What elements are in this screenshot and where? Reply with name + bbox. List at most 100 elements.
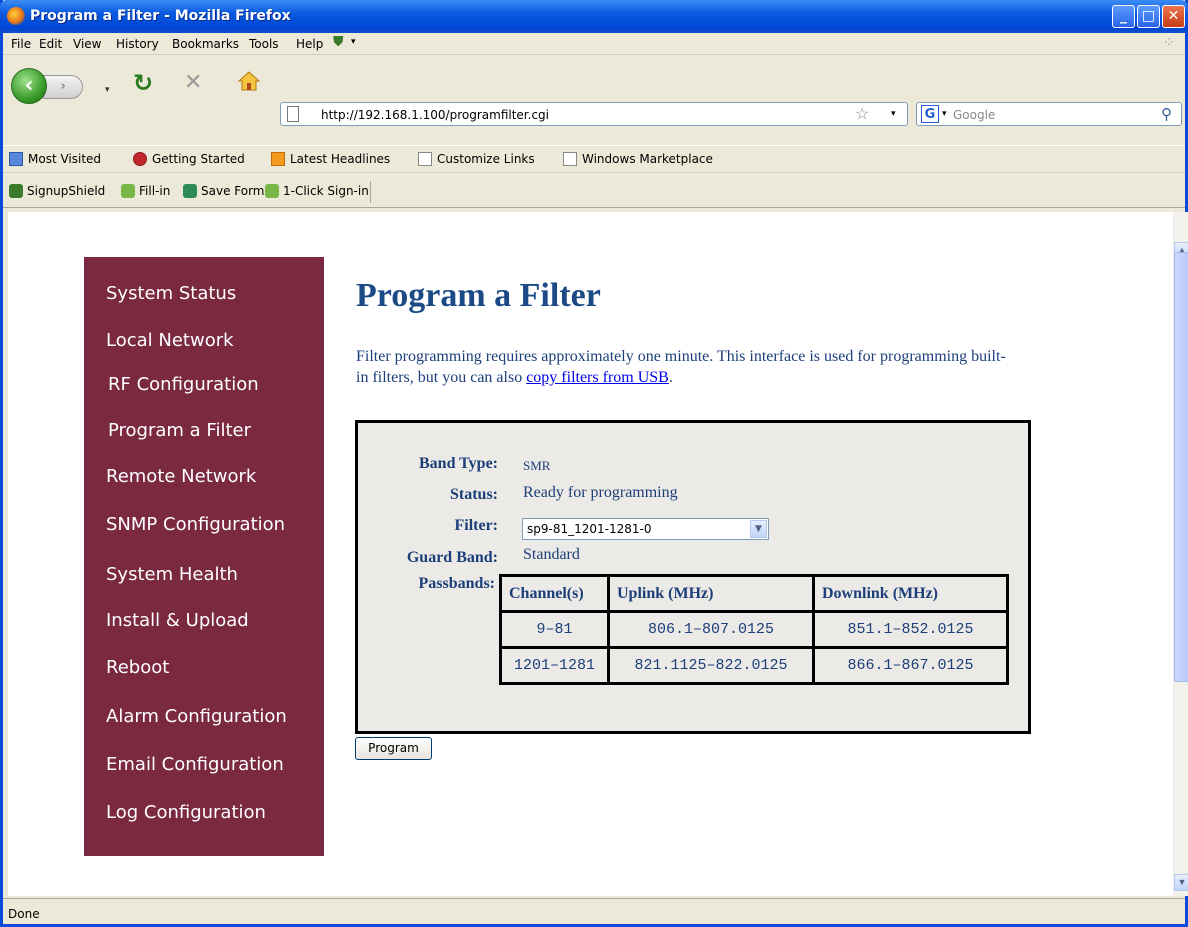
signupshield-toolbar: SignupShield Fill-in Save Form 1-Click S… [3,176,1185,208]
passbands-table: Channel(s) Uplink (MHz) Downlink (MHz) 9… [499,574,1009,685]
sidebar-item-remote-network[interactable]: Remote Network [106,466,256,487]
firefox-icon [7,7,25,25]
menu-history[interactable]: History [116,37,159,51]
sidebar-item-install-upload[interactable]: Install & Upload [106,610,249,631]
guard-band-value: Standard [523,546,580,563]
sidebar-item-program-a-filter[interactable]: Program a Filter [108,420,251,441]
toolbar-label: Fill-in [139,184,171,198]
sidebar-item-email-configuration[interactable]: Email Configuration [106,754,284,775]
filter-panel: Band Type: SMR Status: Ready for program… [355,420,1031,734]
page-icon [418,152,432,166]
bookmark-label: Getting Started [152,152,245,166]
band-type-value: SMR [523,458,551,473]
back-button[interactable]: ‹ [11,68,47,104]
copy-filters-link[interactable]: copy filters from USB [526,369,669,386]
google-icon[interactable]: G [921,105,939,123]
bookmark-most-visited[interactable]: Most Visited [9,152,101,166]
column-header: Downlink (MHz) [812,574,1009,613]
chevron-down-icon[interactable]: ▾ [351,37,356,47]
status-text: Done [8,907,40,921]
search-engine-dropdown-icon[interactable]: ▾ [942,108,947,119]
sidebar-nav: System Status Local Network RF Configura… [84,257,324,856]
menu-help[interactable]: Help [296,37,323,51]
bookmark-star-icon[interactable]: ☆ [855,104,869,124]
table-header-row: Channel(s) Uplink (MHz) Downlink (MHz) [499,574,1009,613]
signupshield-button[interactable]: SignupShield [9,184,105,198]
table-cell: 821.1125–822.0125 [607,646,815,685]
table-row: 1201–1281 821.1125–822.0125 866.1–867.01… [499,646,1009,685]
passbands-label: Passbands: [418,575,495,592]
vertical-scrollbar[interactable]: ▲ ▼ [1173,212,1188,896]
menu-tools[interactable]: Tools [249,37,279,51]
shield-icon[interactable]: ⛊ [333,34,344,50]
reload-button[interactable]: ↻ [133,69,153,97]
bookmark-windows-marketplace[interactable]: Windows Marketplace [563,152,713,166]
sidebar-item-rf-configuration[interactable]: RF Configuration [108,374,259,395]
sidebar-item-system-health[interactable]: System Health [106,564,238,585]
band-type-label: Band Type: [419,455,498,472]
url-dropdown-icon[interactable]: ▾ [891,108,896,119]
intro-paragraph: Filter programming requires approximatel… [356,346,1006,388]
table-row: 9–81 806.1–807.0125 851.1–852.0125 [499,610,1009,649]
stop-button[interactable]: ✕ [184,70,202,95]
table-cell: 851.1–852.0125 [812,610,1009,649]
column-header: Channel(s) [499,574,610,613]
getting-started-icon [133,152,147,166]
sidebar-item-snmp-configuration[interactable]: SNMP Configuration [106,514,285,535]
status-value: Ready for programming [523,484,678,501]
toolbar-divider [370,181,371,203]
url-text[interactable]: http://192.168.1.100/programfilter.cgi [321,108,549,122]
menu-edit[interactable]: Edit [39,37,62,51]
guard-band-label: Guard Band: [406,549,498,566]
page-icon [287,106,299,122]
save-icon [183,184,197,198]
fill-in-button[interactable]: Fill-in [121,184,170,198]
sidebar-item-local-network[interactable]: Local Network [106,330,234,351]
bookmarks-toolbar: Most Visited Getting Started Latest Head… [3,145,1185,173]
filter-select[interactable]: sp9-81_1201-1281-0 ▼ [522,518,769,540]
save-form-button[interactable]: Save Form [183,184,265,198]
search-icon[interactable]: ⚲ [1161,105,1172,123]
program-button[interactable]: Program [355,737,432,760]
rss-icon [271,152,285,166]
scroll-down-icon[interactable]: ▼ [1174,874,1188,891]
bookmark-getting-started[interactable]: Getting Started [133,152,245,166]
table-cell: 1201–1281 [499,646,610,685]
search-box[interactable]: G ▾ Google ⚲ [916,102,1182,126]
toolbar-label: 1-Click Sign-in [283,184,369,198]
sidebar-item-log-configuration[interactable]: Log Configuration [106,802,266,823]
search-placeholder[interactable]: Google [953,108,995,122]
shield-icon [9,184,23,198]
table-cell: 9–81 [499,610,610,649]
sign-in-icon [265,184,279,198]
bookmark-label: Customize Links [437,152,535,166]
history-dropdown-icon[interactable]: ▾ [105,84,110,95]
browser-window: Program a Filter - Mozilla Firefox _ □ ✕… [0,0,1188,927]
sidebar-item-alarm-configuration[interactable]: Alarm Configuration [106,706,287,727]
menu-bookmarks[interactable]: Bookmarks [172,37,239,51]
bookmark-label: Latest Headlines [290,152,391,166]
bookmark-label: Windows Marketplace [582,152,713,166]
sidebar-item-reboot[interactable]: Reboot [106,657,169,678]
home-icon[interactable] [237,70,261,92]
one-click-signin-button[interactable]: 1-Click Sign-in [265,184,369,198]
status-bar: Done [3,898,1185,924]
scroll-thumb[interactable] [1174,252,1188,682]
table-cell: 806.1–807.0125 [607,610,815,649]
fill-in-icon [121,184,135,198]
page-content: System Status Local Network RF Configura… [8,212,1173,896]
minimize-button[interactable]: _ [1112,5,1135,28]
sidebar-item-system-status[interactable]: System Status [106,283,236,304]
bookmark-customize-links[interactable]: Customize Links [418,152,535,166]
address-bar[interactable]: http://192.168.1.100/programfilter.cgi ☆… [280,102,908,126]
forward-button[interactable]: › [43,75,83,99]
menu-view[interactable]: View [73,37,101,51]
close-button[interactable]: ✕ [1162,5,1185,28]
page-icon [563,152,577,166]
bookmark-latest-headlines[interactable]: Latest Headlines [271,152,390,166]
chevron-down-icon[interactable]: ▼ [750,520,767,538]
menu-file[interactable]: File [11,37,31,51]
maximize-button[interactable]: □ [1137,5,1160,28]
menu-bar: File Edit View History Bookmarks Tools H… [3,33,1185,55]
page-title: Program a Filter [356,277,601,314]
